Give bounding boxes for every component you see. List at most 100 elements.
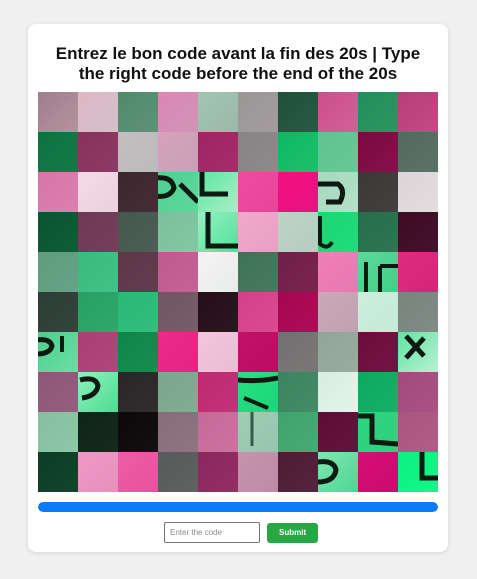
captcha-image-grid	[38, 92, 438, 492]
captcha-tile	[238, 372, 278, 412]
captcha-tile	[238, 292, 278, 332]
captcha-tile	[158, 412, 198, 452]
captcha-tile	[118, 372, 158, 412]
page-title: Entrez le bon code avant la fin des 20s …	[55, 44, 421, 83]
captcha-tile	[38, 212, 78, 252]
captcha-tile	[158, 132, 198, 172]
captcha-tile	[238, 252, 278, 292]
captcha-tile	[358, 332, 398, 372]
captcha-tile	[198, 252, 238, 292]
captcha-tile	[78, 292, 118, 332]
captcha-tile	[398, 172, 438, 212]
captcha-tile	[318, 332, 358, 372]
captcha-tile	[278, 412, 318, 452]
captcha-tile	[78, 372, 118, 412]
captcha-tile	[158, 212, 198, 252]
code-form: Submit	[164, 522, 319, 543]
captcha-tile	[358, 132, 398, 172]
captcha-tile	[118, 412, 158, 452]
captcha-tile	[118, 292, 158, 332]
captcha-tile	[398, 372, 438, 412]
captcha-tile	[358, 92, 398, 132]
captcha-tile	[278, 332, 318, 372]
captcha-tile	[198, 372, 238, 412]
captcha-tile	[238, 412, 278, 452]
captcha-tile	[158, 452, 198, 492]
captcha-tile	[278, 132, 318, 172]
captcha-tile	[358, 212, 398, 252]
captcha-tile	[38, 452, 78, 492]
captcha-tile	[398, 452, 438, 492]
captcha-tile	[38, 132, 78, 172]
captcha-tile	[398, 332, 438, 372]
captcha-tile	[38, 412, 78, 452]
captcha-tile	[278, 292, 318, 332]
captcha-tile	[278, 92, 318, 132]
captcha-tile	[238, 452, 278, 492]
captcha-tile	[318, 132, 358, 172]
captcha-tile	[158, 252, 198, 292]
timer-progress-bar	[38, 502, 438, 512]
captcha-tile	[118, 92, 158, 132]
captcha-tile	[278, 212, 318, 252]
captcha-tile	[78, 452, 118, 492]
captcha-tile	[38, 172, 78, 212]
captcha-tile	[358, 412, 398, 452]
captcha-tile	[118, 172, 158, 212]
timer-progress-fill	[38, 502, 438, 512]
captcha-tile	[318, 292, 358, 332]
submit-button[interactable]: Submit	[267, 522, 319, 543]
captcha-tile	[398, 212, 438, 252]
captcha-tile	[238, 132, 278, 172]
captcha-tile	[78, 252, 118, 292]
captcha-tile	[38, 92, 78, 132]
captcha-tile	[198, 132, 238, 172]
captcha-tile	[78, 412, 118, 452]
captcha-tile	[198, 452, 238, 492]
captcha-tile	[318, 172, 358, 212]
captcha-tile	[158, 332, 198, 372]
captcha-tile	[78, 132, 118, 172]
captcha-tile	[398, 132, 438, 172]
captcha-tile	[398, 412, 438, 452]
captcha-tile	[318, 212, 358, 252]
captcha-tile	[358, 292, 398, 332]
captcha-tile	[278, 452, 318, 492]
captcha-tile	[158, 292, 198, 332]
captcha-tile	[278, 172, 318, 212]
captcha-card: Entrez le bon code avant la fin des 20s …	[28, 24, 448, 552]
captcha-tile	[198, 92, 238, 132]
captcha-tile	[398, 92, 438, 132]
captcha-tile	[158, 372, 198, 412]
code-input[interactable]	[164, 522, 260, 543]
captcha-tile	[38, 372, 78, 412]
captcha-tile	[358, 172, 398, 212]
captcha-tile	[78, 332, 118, 372]
captcha-tile	[398, 252, 438, 292]
captcha-tile	[358, 372, 398, 412]
captcha-tile	[118, 252, 158, 292]
captcha-tile	[78, 92, 118, 132]
captcha-tile	[278, 372, 318, 412]
captcha-tile	[78, 172, 118, 212]
captcha-tile	[358, 252, 398, 292]
captcha-tile	[398, 292, 438, 332]
captcha-tile	[38, 292, 78, 332]
captcha-tile	[78, 212, 118, 252]
captcha-tile	[198, 412, 238, 452]
captcha-tile	[198, 212, 238, 252]
captcha-tile	[238, 92, 278, 132]
captcha-tile	[118, 332, 158, 372]
captcha-tile	[158, 172, 198, 212]
captcha-tile	[278, 252, 318, 292]
captcha-tile	[118, 212, 158, 252]
captcha-tile	[198, 292, 238, 332]
captcha-tile	[318, 252, 358, 292]
captcha-tile	[318, 412, 358, 452]
captcha-tile	[198, 172, 238, 212]
captcha-tile	[118, 452, 158, 492]
captcha-tile	[318, 92, 358, 132]
captcha-tile	[238, 332, 278, 372]
captcha-tile	[238, 212, 278, 252]
captcha-tile	[318, 372, 358, 412]
